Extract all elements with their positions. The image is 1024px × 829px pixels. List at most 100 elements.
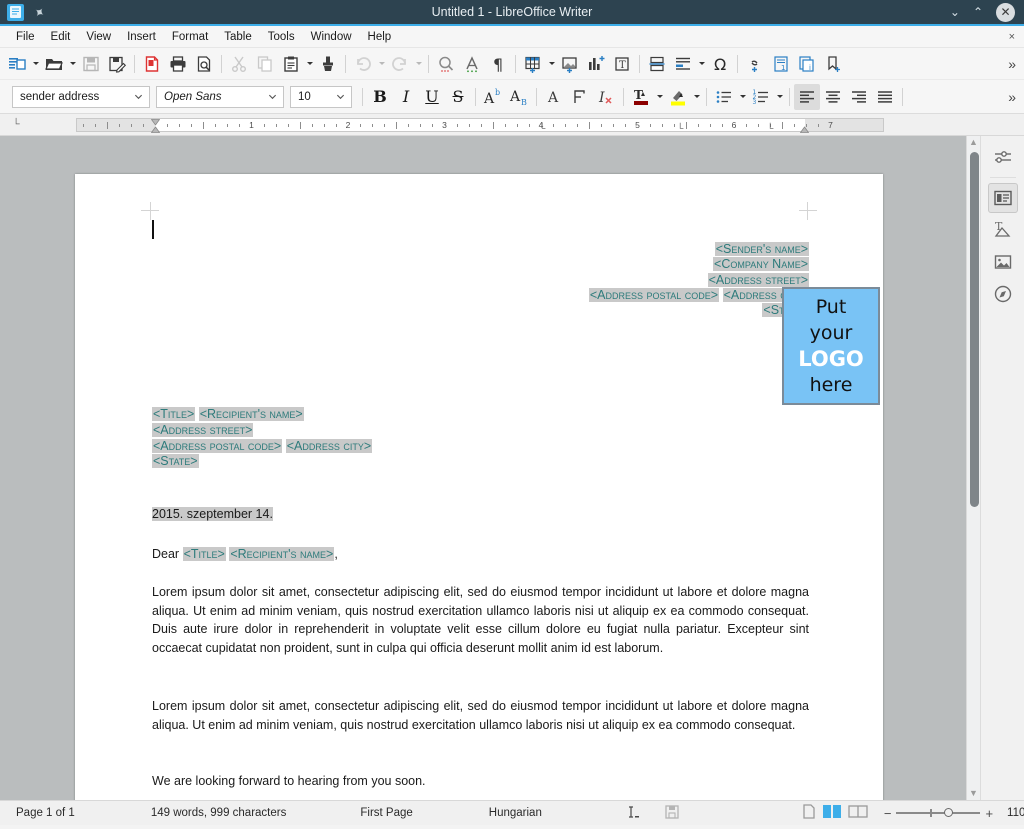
status-page-number[interactable]: Page 1 of 1: [0, 807, 85, 819]
field-recipient-state[interactable]: <State>: [152, 454, 199, 469]
insert-endnote-icon[interactable]: i: [794, 51, 820, 77]
zoom-in-button[interactable]: +: [985, 806, 993, 821]
font-color-icon[interactable]: T: [628, 84, 654, 110]
export-as-pdf-icon[interactable]: [139, 51, 165, 77]
status-word-count[interactable]: 149 words, 999 characters: [137, 807, 297, 819]
field-senders-name[interactable]: <Sender's name>: [714, 242, 809, 256]
open-document-icon[interactable]: [41, 51, 67, 77]
undo-dropdown-icon[interactable]: [376, 51, 387, 77]
scroll-up-icon[interactable]: ▲: [967, 136, 980, 149]
find-and-replace-icon[interactable]: [433, 51, 459, 77]
sidebar-item-gallery[interactable]: [988, 247, 1018, 277]
strikethrough-button[interactable]: S: [445, 84, 471, 110]
sidebar-item-style-inspector[interactable]: T: [988, 215, 1018, 245]
highlighting-color-dropdown-icon[interactable]: [691, 84, 702, 110]
print-icon[interactable]: [165, 51, 191, 77]
left-indent-marker[interactable]: [150, 119, 161, 133]
font-color-letter-icon[interactable]: A: [541, 84, 567, 110]
open-document-dropdown-icon[interactable]: [67, 51, 78, 77]
insert-special-character-icon[interactable]: Ω: [707, 51, 733, 77]
horizontal-ruler[interactable]: 1 2 3 4 5 6 7 └ └ └: [76, 118, 884, 133]
formatting-marks-icon[interactable]: ¶: [485, 51, 511, 77]
vertical-scrollbar[interactable]: ▲ ▼: [966, 136, 980, 800]
body-paragraph-1[interactable]: Lorem ipsum dolor sit amet, consectetur …: [152, 583, 809, 657]
scrollbar-thumb[interactable]: [969, 152, 979, 507]
book-view-icon[interactable]: [848, 804, 868, 822]
standard-toolbar-overflow-button[interactable]: »: [1002, 56, 1020, 72]
sidebar-item-properties[interactable]: [987, 183, 1018, 213]
italic-button[interactable]: I: [393, 84, 419, 110]
ruler-tab-stop[interactable]: └: [539, 124, 545, 133]
underline-button[interactable]: U: [419, 84, 445, 110]
ordered-list-icon[interactable]: 123: [748, 84, 774, 110]
clone-formatting-icon[interactable]: [315, 51, 341, 77]
insert-image-icon[interactable]: [557, 51, 583, 77]
selection-mode-icon[interactable]: [602, 805, 654, 822]
superscript-button[interactable]: Ab: [480, 84, 506, 110]
save-document-icon[interactable]: [78, 51, 104, 77]
field-recipient-title[interactable]: <Title>: [152, 407, 196, 421]
minimize-button[interactable]: ⌄: [950, 6, 960, 18]
paste-icon[interactable]: [278, 51, 304, 77]
close-button[interactable]: ✕: [996, 2, 1015, 22]
insert-text-box-icon[interactable]: T: [609, 51, 635, 77]
paragraph-style-combobox[interactable]: sender address: [12, 85, 150, 108]
unordered-list-dropdown-icon[interactable]: [737, 84, 748, 110]
zoom-slider-track[interactable]: [896, 808, 981, 818]
status-language[interactable]: Hungarian: [475, 807, 552, 819]
field-recipient-street[interactable]: <Address street>: [152, 422, 254, 437]
field-company-name[interactable]: <Company Name>: [713, 257, 809, 272]
greeting-line[interactable]: Dear <Title> <Recipient's name>,: [152, 547, 338, 561]
tab-stop-selector[interactable]: └: [6, 119, 26, 130]
multiple-page-view-icon[interactable]: [822, 804, 842, 822]
right-indent-marker[interactable]: [799, 119, 810, 133]
menu-format[interactable]: Format: [164, 29, 216, 45]
subscript-button[interactable]: AB: [506, 84, 532, 110]
cut-icon[interactable]: [226, 51, 252, 77]
recipient-address-block[interactable]: <Title> <Recipient's name> <Address stre…: [152, 407, 373, 470]
print-preview-icon[interactable]: [191, 51, 217, 77]
single-page-view-icon[interactable]: [802, 804, 816, 822]
insert-field-icon[interactable]: [670, 51, 696, 77]
zoom-out-button[interactable]: −: [884, 806, 892, 821]
field-recipient-postal-code[interactable]: <Address postal code>: [152, 438, 283, 453]
logo-placeholder[interactable]: Put your LOGO here: [782, 287, 880, 405]
align-right-button[interactable]: [846, 84, 872, 110]
bold-button[interactable]: B: [367, 84, 393, 110]
body-paragraph-2[interactable]: Lorem ipsum dolor sit amet, consectetur …: [152, 697, 809, 734]
save-status-icon[interactable]: [654, 804, 690, 822]
insert-table-icon[interactable]: [520, 51, 546, 77]
menu-edit[interactable]: Edit: [43, 29, 79, 45]
new-document-dropdown-icon[interactable]: [30, 51, 41, 77]
ruler-tab-stop[interactable]: └: [677, 124, 683, 133]
zoom-slider-handle[interactable]: [944, 808, 954, 818]
menu-tools[interactable]: Tools: [260, 29, 303, 45]
field-greeting-title[interactable]: <Title>: [182, 547, 226, 561]
menu-help[interactable]: Help: [360, 29, 400, 45]
field-recipient-city[interactable]: <Address city>: [285, 438, 373, 453]
formatting-style-icon[interactable]: [567, 84, 593, 110]
redo-icon[interactable]: [387, 51, 413, 77]
sidebar-item-settings[interactable]: [988, 142, 1018, 172]
font-name-combobox[interactable]: Open Sans: [156, 85, 284, 108]
zoom-slider-controls[interactable]: − +: [876, 806, 1001, 821]
highlighting-color-icon[interactable]: [665, 84, 691, 110]
field-recipient-name[interactable]: <Recipient's name>: [198, 407, 304, 421]
document-body[interactable]: <Sender's name> <Company Name> <Address …: [152, 242, 880, 788]
ordered-list-dropdown-icon[interactable]: [774, 84, 785, 110]
document-area[interactable]: <Sender's name> <Company Name> <Address …: [0, 136, 1024, 800]
align-left-button[interactable]: [794, 83, 820, 110]
formatting-toolbar-overflow-button[interactable]: »: [1002, 89, 1020, 105]
status-page-style[interactable]: First Page: [346, 807, 422, 819]
insert-footnote-icon[interactable]: 1: [768, 51, 794, 77]
sender-address-block[interactable]: <Sender's name> <Company Name> <Address …: [152, 242, 809, 318]
unordered-list-icon[interactable]: [711, 84, 737, 110]
redo-dropdown-icon[interactable]: [413, 51, 424, 77]
insert-bookmark-icon[interactable]: [820, 51, 846, 77]
spelling-icon[interactable]: [459, 51, 485, 77]
field-greeting-name[interactable]: <Recipient's name>: [229, 547, 335, 561]
insert-table-dropdown-icon[interactable]: [546, 51, 557, 77]
document-page[interactable]: <Sender's name> <Company Name> <Address …: [75, 174, 883, 800]
menu-insert[interactable]: Insert: [119, 29, 164, 45]
insert-page-break-icon[interactable]: [644, 51, 670, 77]
